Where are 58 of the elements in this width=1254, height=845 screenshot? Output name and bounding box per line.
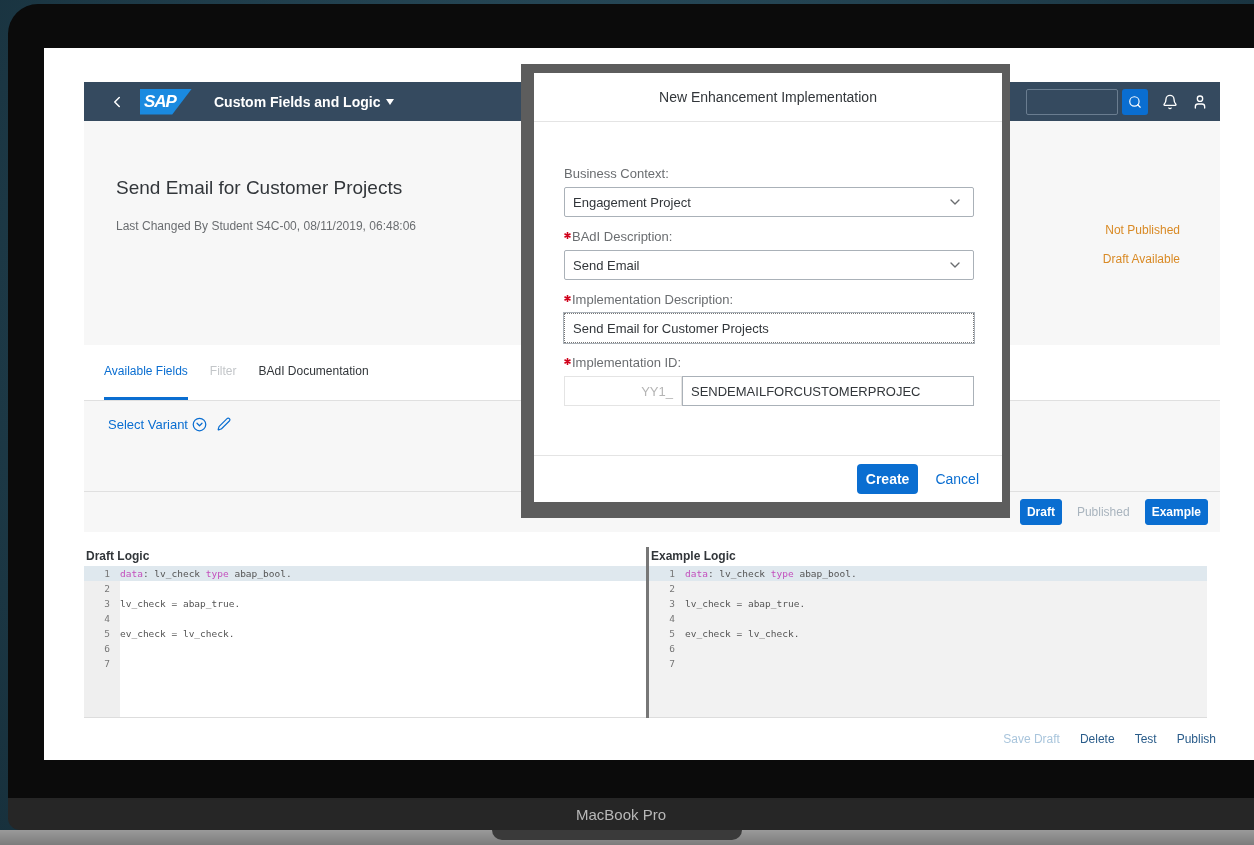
editor-title: Draft Logic [85, 548, 151, 565]
line-number: 2 [668, 583, 676, 594]
editor-title: Example Logic [650, 548, 737, 565]
input-field[interactable]: SENDEMAILFORCUSTOMERPROJEC [682, 376, 974, 406]
view-toggle-button[interactable]: Draft [1019, 499, 1062, 525]
code-line: ev_check = lv_check. [685, 628, 800, 639]
circle-chevron-icon [191, 417, 207, 432]
logo: SAP [140, 88, 192, 115]
line-number: 4 [103, 613, 111, 624]
last-changed-text: Last Changed By Student S4C-00, 08/11/2019, 06:48:06 [116, 219, 416, 233]
field-label: Business Context: [564, 166, 669, 181]
field-label: BAdI Description: [572, 229, 673, 244]
search-icon [1128, 94, 1142, 109]
pen-icon[interactable] [216, 417, 231, 431]
line-number: 1 [103, 568, 111, 579]
search-button[interactable] [1122, 88, 1148, 115]
line-number: 2 [103, 583, 111, 594]
line-number: 7 [668, 658, 676, 669]
status-text: Not Published [1105, 223, 1180, 237]
action-button[interactable]: Test [1134, 732, 1157, 746]
line-number: 6 [103, 643, 111, 654]
line-number: 3 [668, 598, 676, 609]
caret-icon[interactable] [386, 98, 395, 105]
create-button[interactable]: Create [856, 464, 919, 494]
line-number: 5 [103, 628, 111, 639]
select-field[interactable]: Send Email [564, 250, 974, 280]
action-button[interactable]: Delete [1079, 732, 1115, 746]
line-number: 1 [668, 568, 676, 579]
code-line: data: lv_check type abap_bool. [685, 568, 857, 579]
search-field[interactable] [1026, 88, 1118, 115]
select-field[interactable]: Engagement Project [564, 187, 974, 217]
code-line: ev_check = lv_check. [120, 628, 235, 639]
action-button[interactable]: Publish [1176, 732, 1216, 746]
cancel-button[interactable]: Cancel [926, 464, 988, 494]
status-text: Draft Available [1102, 252, 1180, 266]
code-line: lv_check = abap_true. [685, 598, 806, 609]
field-label: Implementation Description: [572, 292, 734, 307]
user-icon[interactable] [1192, 93, 1208, 110]
prefix-field: YY1_ [564, 376, 682, 406]
line-number: 4 [668, 613, 676, 624]
laptop-label: MacBook Pro [575, 805, 666, 823]
view-toggle-button[interactable]: Example [1144, 499, 1208, 525]
input-field[interactable]: Send Email for Customer Projects [564, 313, 974, 343]
tab[interactable]: BAdI Documentation [258, 345, 369, 400]
select-variant-button[interactable]: Select Variant [108, 417, 207, 432]
page-title: Send Email for Customer Projects [116, 177, 403, 199]
line-number: 3 [103, 598, 111, 609]
line-number: 6 [668, 643, 676, 654]
field-label: Implementation ID: [572, 355, 682, 370]
bell-icon[interactable] [1162, 93, 1178, 110]
line-number: 5 [668, 628, 676, 639]
app-title[interactable]: Custom Fields and Logic [213, 93, 381, 110]
line-number: 7 [103, 658, 111, 669]
code-editor[interactable]: 1 data: lv_check type abap_bool. 2 3 lv_check = abap_true. 4 5 ev_check = lv_check. 6 7 [649, 566, 1207, 718]
code-line: data: lv_check type abap_bool. [120, 568, 292, 579]
code-editor[interactable]: 1 data: lv_check type abap_bool. 2 3 lv_check = abap_true. 4 5 ev_check = lv_check. 6 7 [84, 566, 646, 718]
code-line: lv_check = abap_true. [120, 598, 241, 609]
dialog-title: New Enhancement Implementation [659, 89, 877, 105]
